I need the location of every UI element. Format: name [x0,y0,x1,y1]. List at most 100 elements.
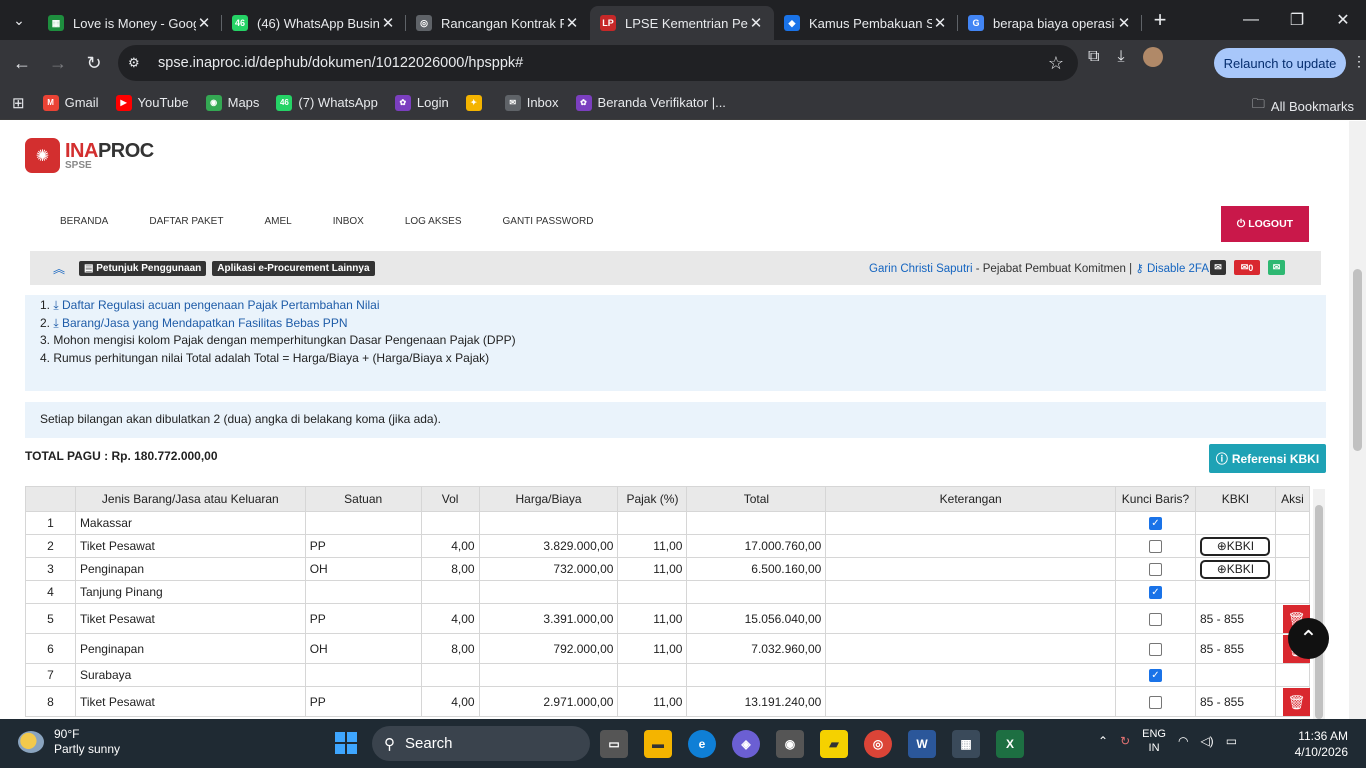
cell-note[interactable] [825,603,1117,634]
bookmark-item[interactable]: ✿ Beranda Verifikator |... [575,94,726,111]
download-icon[interactable]: ⤓ [1117,48,1124,67]
taskbar-search[interactable]: ⚲ Search [372,726,590,761]
browser-tab[interactable]: Gberapa biaya operasi ✕ [958,6,1142,40]
nav-item-inbox[interactable]: INBOX [333,216,364,227]
lock-row-checkbox[interactable] [1148,540,1162,554]
bookmark-item[interactable]: ✦ [465,94,488,111]
bookmark-star-icon[interactable]: ☆ [1048,53,1064,74]
lock-row-checkbox[interactable]: ✓ [1148,586,1162,600]
edge-icon[interactable]: e [688,730,716,758]
forward-icon[interactable]: → [40,53,76,74]
more-menu-icon[interactable]: ⋮ [1352,53,1366,70]
disable-2fa-link[interactable]: ⚷ Disable 2FA [1135,263,1209,275]
user-name-link[interactable]: Garin Christi Saputri [869,263,973,275]
bookmark-item[interactable]: ✉ Inbox [504,94,559,111]
word-icon[interactable]: W [908,730,936,758]
sticky-notes-icon[interactable]: ▰ [820,730,848,758]
inbox-icon[interactable]: ✉ [1268,260,1285,275]
inaproc-logo[interactable]: ✺ INAPROC SPSE [25,138,154,173]
note-link[interactable]: ⤓ Barang/Jasa yang Mendapatkan Fasilitas… [53,316,347,330]
apps-grid-icon[interactable]: ⊞ [12,94,25,112]
battery-icon[interactable]: ▭ [1226,734,1237,748]
reload-icon[interactable]: ↻ [76,53,112,74]
lock-row-checkbox[interactable] [1148,642,1162,656]
nav-item-log-akses[interactable]: LOG AKSES [405,216,462,227]
browser-tab[interactable]: ▦ Love is Money - Goog ✕ [38,6,222,40]
language-indicator[interactable]: ENG IN [1142,727,1166,755]
apps-label[interactable]: Aplikasi e-Procurement Lainnya [212,260,375,276]
cell-note[interactable] [825,557,1117,581]
lock-row-checkbox[interactable] [1148,695,1162,709]
table-scrollbar[interactable] [1313,489,1325,719]
cell-note[interactable] [825,686,1117,717]
new-tab-button[interactable]: + [1142,7,1178,33]
tab-close-icon[interactable]: ✕ [748,14,764,32]
camera-icon[interactable]: ◉ [776,730,804,758]
cell-note[interactable] [825,580,1117,604]
envelope-icon[interactable]: ✉ [1210,260,1226,275]
collapse-chevron-icon[interactable]: ︽ [53,260,73,277]
browser-tab[interactable]: LP LPSE Kementrian Perl ✕ [590,6,774,40]
note-item: 1. ⤓ Daftar Regulasi acuan pengenaan Paj… [40,297,1326,315]
nav-item-beranda[interactable]: BERANDA [60,216,108,227]
browser-tab[interactable]: ◎ Rancangan Kontrak P ✕ [406,6,590,40]
minimize-icon[interactable]: — [1228,0,1274,40]
nav-item-daftar-paket[interactable]: DAFTAR PAKET [149,216,223,227]
kbki-button[interactable]: ⊕ KBKI [1200,536,1271,556]
task-view-icon[interactable]: ▭ [600,730,628,758]
clock[interactable]: 11:36 AM 4/10/2026 [1292,728,1348,760]
browser-tab[interactable]: 46 (46) WhatsApp Busine ✕ [222,6,406,40]
cell-note[interactable] [825,663,1117,687]
relaunch-button[interactable]: Relaunch to update [1214,48,1346,78]
note-link[interactable]: ⤓ Daftar Regulasi acuan pengenaan Pajak … [53,298,379,312]
site-info-icon[interactable]: ⚙ [128,55,158,71]
tab-close-icon[interactable]: ✕ [196,14,212,32]
all-bookmarks-button[interactable]: 🗀 All Bookmarks [1252,95,1354,117]
tray-chevron-icon[interactable]: ⌃ [1098,734,1108,748]
bookmark-item[interactable]: ◉ Maps [205,94,259,111]
lock-row-checkbox[interactable]: ✓ [1148,517,1162,531]
mail-count-badge[interactable]: ✉ 0 [1234,260,1260,275]
calculator-icon[interactable]: ▦ [952,730,980,758]
chrome-icon[interactable]: ◎ [864,730,892,758]
profile-avatar[interactable] [1142,47,1163,67]
file-explorer-icon[interactable]: ▬ [644,730,672,758]
weather-widget[interactable]: 90°F Partly sunny [18,727,120,757]
bookmark-item[interactable]: ▶ YouTube [115,94,189,111]
back-icon[interactable]: ← [4,53,40,74]
volume-icon[interactable]: ◁) [1200,734,1213,748]
page-scrollbar[interactable] [1349,121,1366,719]
windows-start-icon[interactable] [335,732,357,754]
address-bar[interactable]: ⚙ spse.inaproc.id/dephub/dokumen/1012202… [118,45,1078,81]
help-label[interactable]: ▤ Petunjuk Penggunaan [79,260,207,276]
restore-icon[interactable]: ❐ [1274,0,1320,40]
cell-note[interactable] [825,534,1117,558]
bookmark-item[interactable]: 46 (7) WhatsApp [276,94,378,111]
cell-note[interactable] [825,633,1117,664]
browser-tab[interactable]: ◆ Kamus Pembakuan S ✕ [774,6,958,40]
nav-item-ganti-password[interactable]: GANTI PASSWORD [503,216,594,227]
scroll-to-top-button[interactable]: ⌃ [1288,618,1329,659]
sync-icon[interactable]: ↻ [1120,734,1130,748]
extensions-icon[interactable]: ⧉ [1088,48,1099,67]
tab-close-icon[interactable]: ✕ [564,14,580,32]
tab-search-icon[interactable]: ⌄ [0,0,38,40]
close-window-icon[interactable]: ✕ [1320,0,1366,40]
tab-close-icon[interactable]: ✕ [932,14,948,32]
logout-button[interactable]: ⏻ LOGOUT [1221,206,1309,242]
tab-close-icon[interactable]: ✕ [1116,14,1132,32]
tab-close-icon[interactable]: ✕ [380,14,396,32]
excel-icon[interactable]: X [996,730,1024,758]
kbki-button[interactable]: ⊕ KBKI [1200,559,1271,579]
referensi-kbki-button[interactable]: ⓘ Referensi KBKI [1209,444,1326,473]
nav-item-amel[interactable]: AMEL [264,216,291,227]
lock-row-checkbox[interactable]: ✓ [1148,669,1162,683]
delete-row-button[interactable]: 🗑 [1283,688,1310,716]
bookmark-item[interactable]: ✿ Login [394,94,449,111]
cell-note[interactable] [825,511,1117,535]
copilot-icon[interactable]: ◈ [732,730,760,758]
bookmark-item[interactable]: M Gmail [42,94,99,111]
lock-row-checkbox[interactable] [1148,612,1162,626]
wifi-icon[interactable]: ◠ [1178,734,1188,748]
lock-row-checkbox[interactable] [1148,563,1162,577]
